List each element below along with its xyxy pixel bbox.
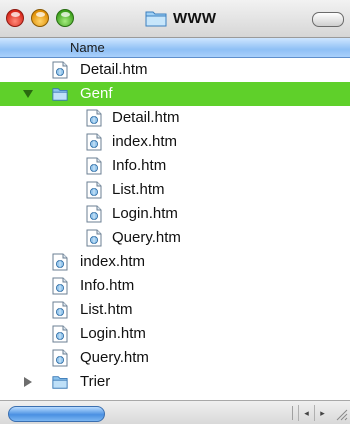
folder-icon [52, 376, 68, 389]
file-list[interactable]: Detail.htm Genf Detail.htm index.htm Info.ht… [0, 58, 350, 400]
file-name: index.htm [112, 133, 178, 150]
file-name: Login.htm [112, 205, 178, 222]
file-row[interactable]: Info.htm [0, 154, 350, 178]
zoom-button[interactable] [56, 9, 74, 27]
file-name: Detail.htm [80, 61, 148, 78]
folder-icon [145, 11, 167, 27]
file-name: Detail.htm [112, 109, 180, 126]
html-file-icon [86, 181, 102, 199]
file-name: List.htm [80, 301, 133, 318]
column-header[interactable]: Name [0, 38, 350, 58]
html-file-icon [52, 61, 68, 79]
html-file-icon [86, 109, 102, 127]
html-file-icon [86, 133, 102, 151]
file-row[interactable]: index.htm [0, 130, 350, 154]
scroll-left-button[interactable]: ◂ [298, 405, 314, 421]
html-file-icon [86, 229, 102, 247]
file-name: Query.htm [112, 229, 181, 246]
folder-name: Trier [80, 373, 111, 390]
file-row[interactable]: List.htm [0, 298, 350, 322]
scroll-thumb[interactable] [8, 406, 105, 422]
window-title-text: WWW [173, 9, 217, 27]
disclosure-triangle-expanded-icon[interactable] [23, 89, 33, 99]
html-file-icon [86, 157, 102, 175]
file-row[interactable]: Detail.htm [0, 106, 350, 130]
html-file-icon [52, 325, 68, 343]
html-file-icon [86, 205, 102, 223]
file-row[interactable]: Detail.htm [0, 58, 350, 82]
file-row[interactable]: Query.htm [0, 226, 350, 250]
file-name: Query.htm [80, 349, 149, 366]
title-bar[interactable]: WWW [0, 0, 350, 38]
file-row[interactable]: Login.htm [0, 322, 350, 346]
close-button[interactable] [6, 9, 24, 27]
html-file-icon [52, 253, 68, 271]
scroll-track-end [284, 406, 293, 420]
finder-window: WWW Name Detail.htm Genf Detail.htm index.h… [0, 0, 350, 424]
html-file-icon [52, 301, 68, 319]
name-column-header[interactable]: Name [70, 40, 105, 55]
folder-name: Genf [80, 85, 113, 102]
file-row[interactable]: Query.htm [0, 346, 350, 370]
file-name: Info.htm [112, 157, 167, 174]
window-title: WWW [145, 7, 216, 29]
file-name: Info.htm [80, 277, 135, 294]
file-name: List.htm [112, 181, 165, 198]
file-row[interactable]: Info.htm [0, 274, 350, 298]
horizontal-scrollbar[interactable]: ◂ ▸ [0, 400, 350, 424]
html-file-icon [52, 349, 68, 367]
file-name: index.htm [80, 253, 146, 270]
disclosure-triangle-collapsed-icon[interactable] [23, 377, 33, 387]
minimize-button[interactable] [31, 9, 49, 27]
scroll-right-button[interactable]: ▸ [314, 405, 330, 421]
file-row[interactable]: index.htm [0, 250, 350, 274]
resize-grip-icon[interactable] [334, 407, 348, 421]
file-row[interactable]: List.htm [0, 178, 350, 202]
folder-row[interactable]: Genf [0, 82, 350, 106]
toolbar-toggle-button[interactable] [312, 12, 344, 27]
folder-icon [52, 88, 68, 101]
html-file-icon [52, 277, 68, 295]
folder-row[interactable]: Trier [0, 370, 350, 394]
file-row[interactable]: Login.htm [0, 202, 350, 226]
file-name: Login.htm [80, 325, 146, 342]
